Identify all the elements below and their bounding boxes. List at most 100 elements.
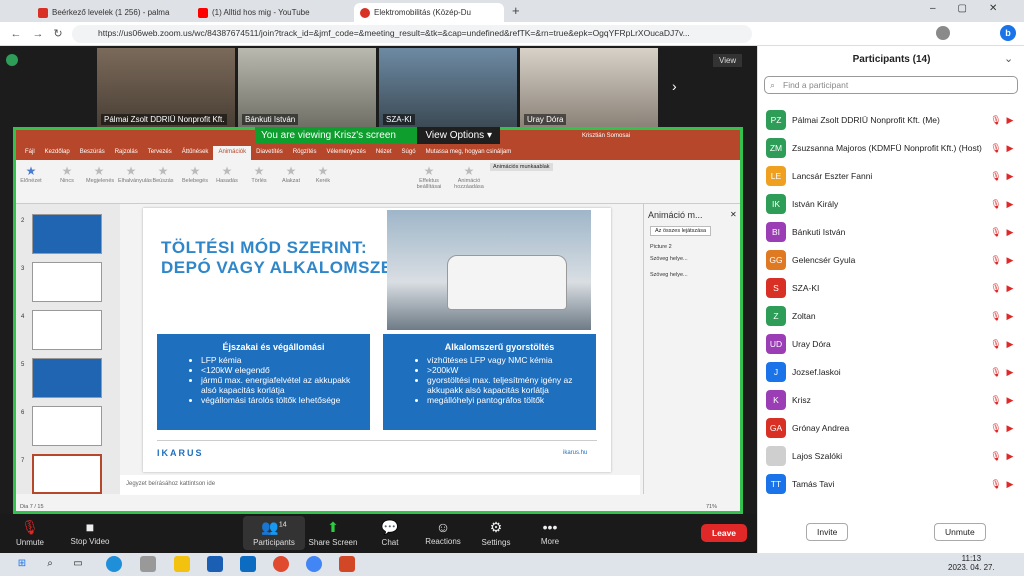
video-tile[interactable]: Bánkuti István xyxy=(238,48,376,127)
anim-shape[interactable]: ★ Alakzat xyxy=(278,164,304,184)
chrome-icon[interactable] xyxy=(306,556,322,572)
slide-thumb[interactable] xyxy=(32,262,102,302)
task-view-icon[interactable]: ▭ xyxy=(70,556,86,572)
menu-item[interactable]: Diavetítés xyxy=(251,146,288,160)
anim-fly-in[interactable]: ★ Beúszás xyxy=(150,164,176,184)
share-screen-button[interactable]: ⬆ Share Screen xyxy=(303,519,363,547)
participant-row[interactable]: BI Bánkuti István 🎙 ▶ xyxy=(758,218,1024,246)
menu-item[interactable]: Beszúrás xyxy=(75,146,110,160)
bing-icon[interactable]: b xyxy=(1000,25,1016,41)
more-button[interactable]: ••• More xyxy=(520,519,580,546)
tab-zoom[interactable]: Elektromobilitás (Közép-Du xyxy=(354,3,504,22)
participant-row[interactable]: UD Uray Dóra 🎙 ▶ xyxy=(758,330,1024,358)
animation-pane-button[interactable]: Animációs munkaablak xyxy=(490,163,553,171)
participant-row[interactable]: S SZA-KI 🎙 ▶ xyxy=(758,274,1024,302)
zoom-toolbar: 🎙 Unmute ■ Stop Video 👥14 Participants ⬆ Sha… xyxy=(0,514,757,553)
menu-item-active[interactable]: Animációk xyxy=(213,146,252,160)
brave-icon[interactable] xyxy=(273,556,289,572)
mic-muted-icon: 🎙 xyxy=(990,450,1002,461)
preview-button[interactable]: ★ Előnézet xyxy=(18,164,44,184)
participant-row[interactable]: IK István Király 🎙 ▶ xyxy=(758,190,1024,218)
participant-row[interactable]: ZM Zsuzsanna Majoros (KDMFÜ Nonprofit Kft… xyxy=(758,134,1024,162)
outlook-icon[interactable] xyxy=(207,556,223,572)
menu-item[interactable]: Súgó xyxy=(397,146,421,160)
back-icon[interactable]: ← xyxy=(8,26,24,42)
window-controls[interactable]: –▢✕ xyxy=(930,3,1019,14)
search-input[interactable]: Find a participant xyxy=(764,76,1018,94)
reload-icon[interactable]: ↻ xyxy=(50,26,66,42)
mic-muted-icon: 🎙 xyxy=(990,198,1002,209)
add-animation[interactable]: ★ Animáció hozzáadása xyxy=(452,164,486,190)
slide-thumb-active[interactable] xyxy=(32,454,102,494)
anim-item[interactable]: Picture 2 xyxy=(650,244,672,250)
participant-row[interactable]: GG Gelencsér Gyula 🎙 ▶ xyxy=(758,246,1024,274)
anim-none[interactable]: ★ Nincs xyxy=(54,164,80,184)
tab-gmail[interactable]: Beérkező levelek (1 256) - palma xyxy=(32,3,174,22)
avatar[interactable] xyxy=(936,26,950,40)
menu-item[interactable]: Fájl xyxy=(20,146,40,160)
reactions-button[interactable]: ☺ Reactions xyxy=(413,519,473,546)
close-icon[interactable]: ✕ xyxy=(730,210,737,219)
menu-item[interactable]: Rögzítés xyxy=(288,146,322,160)
url-input[interactable]: https://us06web.zoom.us/wc/84387674511/j… xyxy=(72,25,752,43)
participant-row[interactable]: PZ Pálmai Zsolt DDRIÜ Nonprofit Kft. (Me)… xyxy=(758,106,1024,134)
mail-icon[interactable] xyxy=(240,556,256,572)
anim-wipe[interactable]: ★ Törlés xyxy=(246,164,272,184)
clock[interactable]: 11:13 2023. 04. 27. xyxy=(948,554,995,572)
unmute-all-button[interactable]: Unmute xyxy=(934,523,986,541)
participant-row[interactable]: Lajos Szalóki 🎙 ▶ xyxy=(758,442,1024,470)
menu-item[interactable]: Véleményezés xyxy=(322,146,371,160)
store-icon[interactable] xyxy=(140,556,156,572)
participant-row[interactable]: LE Lancsár Eszter Fanni 🎙 ▶ xyxy=(758,162,1024,190)
video-tile[interactable]: Uray Dóra xyxy=(520,48,658,127)
forward-icon[interactable]: → xyxy=(30,26,46,42)
slide-thumb[interactable] xyxy=(32,214,102,254)
anim-item[interactable]: Szöveg helye... xyxy=(650,272,688,278)
view-button[interactable]: View xyxy=(713,54,743,67)
windows-start-icon[interactable]: ⊞ xyxy=(14,556,30,572)
menu-item[interactable]: Kezdőlap xyxy=(40,146,75,160)
slide-thumb[interactable] xyxy=(32,406,102,446)
notes-field[interactable]: Jegyzet beírásához kattintson ide xyxy=(120,475,640,495)
chevron-right-icon[interactable]: › xyxy=(672,78,677,94)
anim-float-in[interactable]: ★ Belebegés xyxy=(182,164,208,184)
video-tile[interactable]: SZA-KI xyxy=(379,48,517,127)
play-all-button[interactable]: Az összes lejátszása xyxy=(650,226,712,236)
slide-thumb[interactable] xyxy=(32,310,102,350)
video-off-icon: ▶ xyxy=(1006,422,1014,433)
participant-row[interactable]: K Krisz 🎙 ▶ xyxy=(758,386,1024,414)
participant-row[interactable]: GA Grónay Andrea 🎙 ▶ xyxy=(758,414,1024,442)
participant-row[interactable]: TT Tamás Tavi 🎙 ▶ xyxy=(758,470,1024,498)
menu-item[interactable]: Tervezés xyxy=(143,146,177,160)
participant-row[interactable]: Z Zoltan 🎙 ▶ xyxy=(758,302,1024,330)
new-tab-icon[interactable]: + xyxy=(512,3,520,18)
effect-options[interactable]: ★ Effektus beállításai xyxy=(414,164,444,190)
anim-wheel[interactable]: ★ Kerék xyxy=(310,164,336,184)
anim-split[interactable]: ★ Hasadás xyxy=(214,164,240,184)
powerpoint-icon[interactable] xyxy=(339,556,355,572)
edge-icon[interactable] xyxy=(106,556,122,572)
view-options-button[interactable]: View Options ▾ xyxy=(417,127,500,144)
participants-button[interactable]: 👥14 Participants xyxy=(243,516,305,550)
stop-video-button[interactable]: ■ Stop Video xyxy=(60,519,120,546)
unmute-button[interactable]: 🎙 Unmute xyxy=(0,519,60,547)
menu-item[interactable]: Mutassa meg, hogyan csináljam xyxy=(421,146,517,160)
settings-button[interactable]: ⚙ Settings xyxy=(466,519,526,547)
anim-appear[interactable]: ★ Megjelenés xyxy=(86,164,114,184)
menu-item[interactable]: Nézet xyxy=(371,146,397,160)
chat-button[interactable]: 💬 Chat xyxy=(360,519,420,547)
leave-button[interactable]: Leave xyxy=(701,524,747,542)
participant-row[interactable]: J Jozsef.laskoi 🎙 ▶ xyxy=(758,358,1024,386)
windows-taskbar: ⊞ ⌕ ▭ 11:13 2023. 04. 27. xyxy=(0,553,1024,576)
menu-item[interactable]: Rajzolás xyxy=(110,146,143,160)
minimize-icon[interactable]: ⌄ xyxy=(1004,52,1013,65)
video-tile[interactable]: Pálmai Zsolt DDRIÜ Nonprofit Kft. xyxy=(97,48,235,127)
anim-fade[interactable]: ★ Elhalványulás xyxy=(118,164,152,184)
invite-button[interactable]: Invite xyxy=(806,523,849,541)
menu-item[interactable]: Áttűnések xyxy=(177,146,214,160)
tab-youtube[interactable]: (1) Alltid hos mig - YouTube xyxy=(192,3,342,22)
folder-icon[interactable] xyxy=(174,556,190,572)
anim-item[interactable]: Szöveg helye... xyxy=(650,256,688,262)
slide-thumb[interactable] xyxy=(32,358,102,398)
search-icon[interactable]: ⌕ xyxy=(42,556,58,572)
